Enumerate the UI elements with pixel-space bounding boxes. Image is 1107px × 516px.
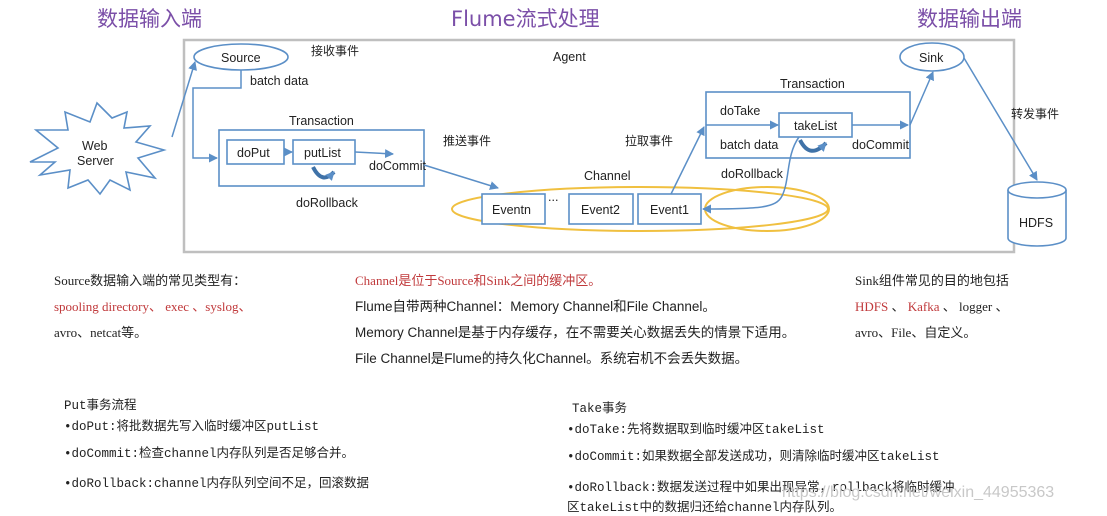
event-label-1: Event1 — [650, 203, 689, 217]
take-dorollback-label: doRollback — [721, 167, 784, 181]
take-docommit-label: doCommit — [852, 138, 909, 152]
web-server-label-line2: Server — [77, 154, 114, 168]
flume-architecture-diagram: Agent Web Server Source 接收事件 batch data … — [29, 38, 1067, 254]
take-notes-item: •doTake:先将数据取到临时缓冲区takeList — [567, 423, 825, 437]
sink-kafka-highlight: Kafka — [907, 299, 940, 314]
event-label-n: Eventn — [492, 203, 531, 217]
put-notes-item: •doPut:将批数据先写入临时缓冲区putList — [64, 420, 320, 434]
web-server-burst-icon: Web Server — [29, 101, 167, 196]
watermark-text: https://blog.csdn.net/weixin_44955363 — [782, 484, 1055, 501]
sink-destinations-line: HDFS 、 Kafka 、 logger 、 — [855, 294, 1009, 320]
hdfs-label: HDFS — [1019, 216, 1053, 230]
source-types-rest: avro、netcat等。 — [54, 325, 148, 340]
take-batch-data-label: batch data — [720, 138, 778, 152]
putlist-label: putList — [304, 146, 341, 160]
agent-label: Agent — [553, 50, 586, 64]
take-notes-item: 区takeList中的数据归还给channel内存队列。 — [567, 501, 843, 515]
sink-label: Sink — [919, 51, 944, 65]
takelist-label: takeList — [794, 119, 838, 133]
receive-event-label: 接收事件 — [311, 43, 359, 58]
source-label: Source — [221, 51, 261, 65]
put-transaction-title: Transaction — [289, 114, 354, 128]
take-notes-title: Take事务 — [572, 402, 628, 416]
source-notes-title: Source数据输入端的常见类型有： — [54, 273, 247, 288]
web-server-label-line1: Web — [82, 139, 108, 153]
take-notes-item: •doCommit:如果数据全部发送成功，则清除临时缓冲区takeList — [567, 450, 940, 464]
channel-notes-line4: File Channel是Flume的持久化Channel。系统宕机不会丢失数据… — [355, 351, 749, 366]
put-dorollback-label: doRollback — [296, 196, 359, 210]
sink-notes-title: Sink组件常见的目的地包括 — [855, 273, 1009, 288]
channel-notes: Channel是位于Source和Sink之间的缓冲区。 Flume自带两种Ch… — [355, 268, 795, 372]
put-transaction-notes: Put事务流程 •doPut:将批数据先写入临时缓冲区putList •doCo… — [64, 398, 369, 499]
put-notes-title: Put事务流程 — [64, 399, 137, 413]
channel-notes-highlight: Channel是位于Source和Sink之间的缓冲区。 — [355, 273, 602, 288]
event-ellipsis: ... — [548, 190, 558, 204]
sink-notes: Sink组件常见的目的地包括 HDFS 、 Kafka 、 logger 、 a… — [855, 268, 1009, 346]
put-notes-item: •doRollback:channel内存队列空间不足，回滚数据 — [64, 477, 370, 491]
sink-destinations-rest: 、 logger 、 — [939, 299, 1009, 314]
dotake-label: doTake — [720, 104, 760, 118]
put-notes-item: •doCommit:检查channel内存队列是否足够合并。 — [64, 447, 355, 461]
push-event-label: 推送事件 — [443, 133, 491, 148]
channel-label: Channel — [584, 169, 631, 183]
sink-hdfs-highlight: HDFS — [855, 299, 889, 314]
source-types-highlight: spooling directory、 exec 、syslog、 — [54, 299, 252, 314]
channel-notes-line2: Flume自带两种Channel：Memory Channel和File Cha… — [355, 299, 716, 314]
pull-event-label: 拉取事件 — [625, 133, 673, 148]
hdfs-database-icon: HDFS — [1007, 181, 1067, 247]
put-docommit-label: doCommit — [369, 159, 426, 173]
channel-notes-line3: Memory Channel是基于内存缓存，在不需要关心数据丢失的情景下适用。 — [355, 325, 796, 340]
source-notes: Source数据输入端的常见类型有： spooling directory、 e… — [54, 268, 252, 346]
sink-notes-line3: avro、File、自定义。 — [855, 325, 977, 340]
sink-separator: 、 — [888, 299, 908, 314]
doput-label: doPut — [237, 146, 270, 160]
event-label-2: Event2 — [581, 203, 620, 217]
forward-event-label: 转发事件 — [1011, 106, 1059, 121]
source-batch-data-label: batch data — [250, 74, 308, 88]
take-transaction-title: Transaction — [780, 77, 845, 91]
